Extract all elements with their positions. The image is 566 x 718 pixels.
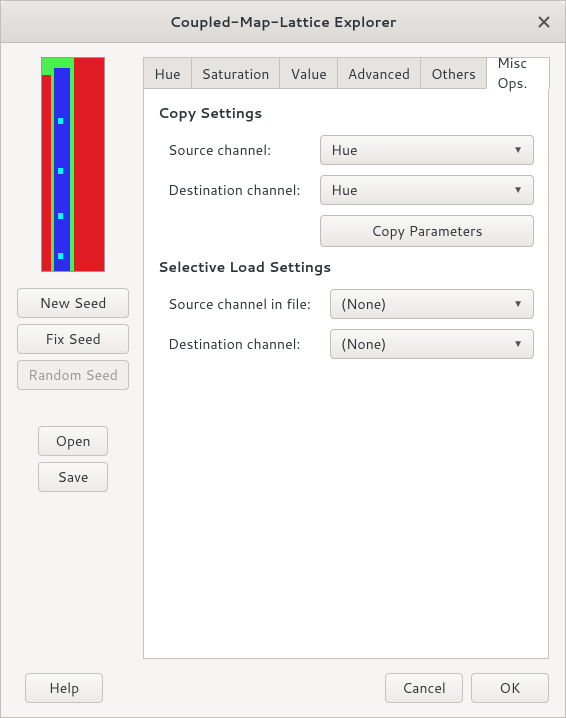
destination-channel-row: Destination channel: Hue ▼ (158, 175, 534, 205)
tab-panel-misc: Copy Settings Source channel: Hue ▼ Dest… (143, 88, 549, 659)
destination-channel-label: Destination channel: (158, 180, 308, 200)
open-button[interactable]: Open (38, 426, 108, 456)
save-label: Save (58, 467, 89, 487)
dialog-footer: Help Cancel OK (1, 659, 565, 717)
open-label: Open (55, 431, 90, 451)
new-seed-label: New Seed (40, 293, 107, 313)
file-destination-channel-value: (None) (341, 334, 386, 354)
copy-parameters-button[interactable]: Copy Parameters (320, 215, 534, 247)
file-source-channel-label: Source channel in file: (158, 294, 318, 314)
ok-label: OK (499, 678, 520, 698)
source-channel-label: Source channel: (158, 140, 308, 160)
file-source-channel-row: Source channel in file: (None) ▼ (158, 289, 534, 319)
ok-button[interactable]: OK (471, 673, 549, 703)
window-title: Coupled-Map-Lattice Explorer (170, 12, 397, 32)
new-seed-button[interactable]: New Seed (17, 288, 129, 318)
tab-hue[interactable]: Hue (143, 57, 192, 89)
content-area: New Seed Fix Seed Random Seed Open Save … (1, 43, 565, 659)
tab-saturation[interactable]: Saturation (191, 57, 281, 89)
random-seed-label: Random Seed (28, 365, 118, 385)
source-channel-value: Hue (331, 140, 358, 160)
file-destination-channel-label: Destination channel: (158, 334, 318, 354)
window: Coupled-Map-Lattice Explorer New Seed Fi… (0, 0, 566, 718)
chevron-down-icon: ▼ (513, 297, 523, 311)
source-channel-row: Source channel: Hue ▼ (158, 135, 534, 165)
chevron-down-icon: ▼ (513, 183, 523, 197)
tab-advanced[interactable]: Advanced (337, 57, 421, 89)
chevron-down-icon: ▼ (513, 337, 523, 351)
titlebar: Coupled-Map-Lattice Explorer (1, 1, 565, 43)
random-seed-button: Random Seed (17, 360, 129, 390)
tab-misc-ops[interactable]: Misc Ops. (486, 57, 550, 89)
tabs: Hue Saturation Value Advanced Others Mis… (143, 57, 549, 89)
tab-others[interactable]: Others (420, 57, 487, 89)
copy-parameters-label: Copy Parameters (371, 221, 482, 241)
copy-settings-heading: Copy Settings (158, 103, 534, 123)
cancel-button[interactable]: Cancel (385, 673, 463, 703)
fix-seed-button[interactable]: Fix Seed (17, 324, 129, 354)
tab-value[interactable]: Value (279, 57, 337, 89)
fix-seed-label: Fix Seed (45, 329, 101, 349)
help-label: Help (49, 678, 79, 698)
cancel-label: Cancel (402, 678, 446, 698)
destination-channel-value: Hue (331, 180, 358, 200)
file-destination-channel-combo[interactable]: (None) ▼ (330, 329, 534, 359)
chevron-down-icon: ▼ (513, 143, 523, 157)
source-channel-combo[interactable]: Hue ▼ (320, 135, 534, 165)
save-button[interactable]: Save (38, 462, 108, 492)
preview-image (41, 57, 105, 272)
sidebar: New Seed Fix Seed Random Seed Open Save (17, 57, 129, 659)
help-button[interactable]: Help (25, 673, 103, 703)
selective-load-heading: Selective Load Settings (158, 257, 534, 277)
close-icon[interactable] (533, 11, 555, 33)
main-panel: Hue Saturation Value Advanced Others Mis… (143, 57, 549, 659)
file-destination-channel-row: Destination channel: (None) ▼ (158, 329, 534, 359)
copy-parameters-row: Copy Parameters (158, 215, 534, 247)
file-source-channel-combo[interactable]: (None) ▼ (330, 289, 534, 319)
file-source-channel-value: (None) (341, 294, 386, 314)
destination-channel-combo[interactable]: Hue ▼ (320, 175, 534, 205)
